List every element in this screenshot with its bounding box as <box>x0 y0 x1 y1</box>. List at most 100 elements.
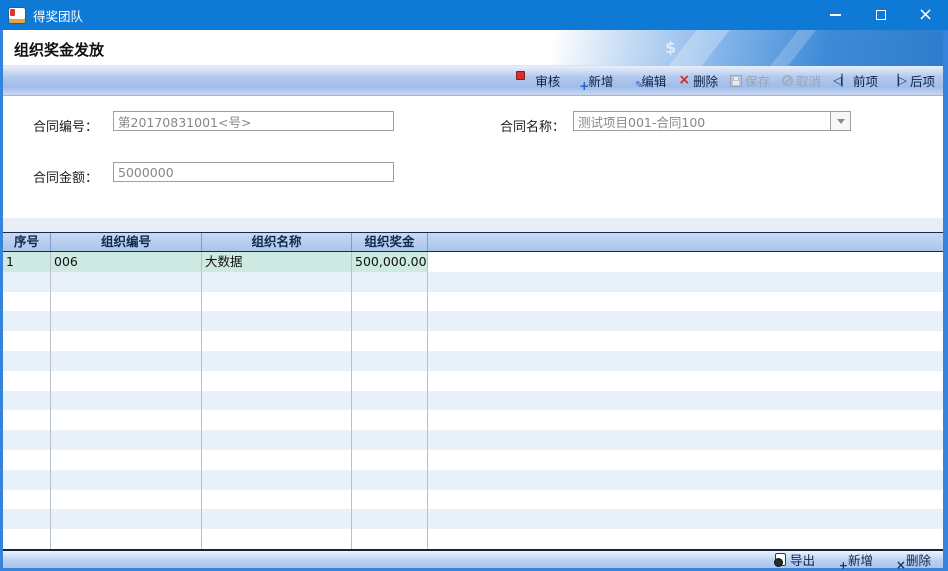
footer-add-button[interactable]: 新增 <box>825 550 879 569</box>
table-row-empty[interactable] <box>3 311 943 331</box>
table-cell <box>3 331 51 351</box>
column-header: 组织名称 <box>202 233 352 251</box>
table-cell <box>51 292 202 312</box>
table-row-empty[interactable] <box>3 430 943 450</box>
table-row-filler <box>428 272 943 292</box>
contract-no-input[interactable] <box>113 111 394 131</box>
footer-add-button-label: 新增 <box>848 550 873 569</box>
contract-name-label: 合同名称： <box>500 116 565 135</box>
footer-delete-button[interactable]: 删除 <box>883 550 937 569</box>
table-cell <box>3 391 51 411</box>
table-cell <box>202 311 352 331</box>
window-title: 得奖团队 <box>33 6 83 25</box>
table-cell <box>3 272 51 292</box>
table-cell <box>202 509 352 529</box>
cancel-button: 取消 <box>776 71 827 90</box>
table-cell <box>51 490 202 510</box>
table-cell <box>202 292 352 312</box>
add-button[interactable]: 新增 <box>566 71 619 90</box>
next-icon: ▕▷ <box>890 74 907 87</box>
table-cell <box>352 490 428 510</box>
window-body: 组织奖金发放 $ 审核新增编辑×删除保存取消◁▏前项▕▷后项 合同编号： 合同名… <box>0 30 948 571</box>
table-cell <box>3 371 51 391</box>
title-bar: 得奖团队 × <box>0 0 948 30</box>
table-cell: 006 <box>51 252 202 272</box>
app-icon <box>9 8 25 23</box>
edit-button[interactable]: 编辑 <box>619 71 672 90</box>
dollar-glyph: $ <box>665 38 676 57</box>
chevron-down-icon[interactable] <box>831 111 851 131</box>
contract-amount-input[interactable] <box>113 162 394 182</box>
save-icon <box>730 75 742 87</box>
minimize-button[interactable] <box>813 0 858 30</box>
table-cell: 大数据 <box>202 252 352 272</box>
audit-button[interactable]: 审核 <box>513 71 566 90</box>
table-row-empty[interactable] <box>3 410 943 430</box>
table-cell <box>51 371 202 391</box>
page-title: 组织奖金发放 <box>14 39 104 60</box>
contract-name-input[interactable] <box>573 111 831 131</box>
delete-icon: × <box>678 74 690 87</box>
export-icon <box>775 553 786 566</box>
table-row-filler <box>428 430 943 450</box>
header-decoration-image: $ <box>553 30 943 66</box>
page-header: 组织奖金发放 $ <box>3 30 943 66</box>
grid-add-icon <box>831 553 844 566</box>
export-button[interactable]: 导出 <box>769 550 821 569</box>
next-button[interactable]: ▕▷后项 <box>884 71 941 90</box>
prev-button[interactable]: ◁▏前项 <box>827 71 884 90</box>
cancel-button-label: 取消 <box>796 71 821 90</box>
table-cell <box>51 470 202 490</box>
table-row-empty[interactable] <box>3 450 943 470</box>
table-row-filler <box>428 470 943 490</box>
contract-amount-label: 合同金额： <box>33 167 98 186</box>
table-cell <box>51 311 202 331</box>
table-row-empty[interactable] <box>3 490 943 510</box>
footer-delete-button-label: 删除 <box>906 550 931 569</box>
table-cell <box>51 351 202 371</box>
table-cell <box>3 410 51 430</box>
table-row-filler <box>428 391 943 411</box>
table-cell <box>51 391 202 411</box>
table-cell <box>202 490 352 510</box>
table-row-filler <box>428 529 943 549</box>
table-cell <box>202 529 352 549</box>
table-row-filler <box>428 351 943 371</box>
table-row-empty[interactable] <box>3 391 943 411</box>
table-cell <box>51 410 202 430</box>
table-row-empty[interactable] <box>3 371 943 391</box>
table-row-empty[interactable] <box>3 529 943 549</box>
next-button-label: 后项 <box>910 71 935 90</box>
top-toolbar: 审核新增编辑×删除保存取消◁▏前项▕▷后项 <box>3 66 943 96</box>
cancel-icon <box>782 75 793 86</box>
prev-icon: ◁▏ <box>833 74 850 87</box>
table-row-empty[interactable] <box>3 272 943 292</box>
column-header: 组织编号 <box>51 233 202 251</box>
table-body: 1006大数据500,000.00 <box>3 252 943 549</box>
table-cell <box>202 410 352 430</box>
table-cell <box>352 529 428 549</box>
delete-button[interactable]: ×删除 <box>672 71 724 90</box>
table-cell <box>352 351 428 371</box>
table-cell <box>51 450 202 470</box>
delete-button-label: 删除 <box>693 71 718 90</box>
table-row-filler <box>428 509 943 529</box>
table-cell <box>202 450 352 470</box>
table-cell <box>352 331 428 351</box>
contract-name-combobox[interactable] <box>573 111 851 131</box>
table-row[interactable]: 1006大数据500,000.00 <box>3 252 943 272</box>
table-cell: 500,000.00 <box>352 252 428 272</box>
table-row-empty[interactable] <box>3 351 943 371</box>
close-button[interactable]: × <box>903 0 948 30</box>
table-row-empty[interactable] <box>3 331 943 351</box>
table-cell <box>352 371 428 391</box>
table-row-empty[interactable] <box>3 509 943 529</box>
grid-del-icon <box>889 553 902 566</box>
table-row-filler <box>428 450 943 470</box>
table-header-row: 序号组织编号组织名称组织奖金 <box>3 232 943 252</box>
add-button-label: 新增 <box>588 71 613 90</box>
maximize-button[interactable] <box>858 0 903 30</box>
export-button-label: 导出 <box>790 550 815 569</box>
table-row-empty[interactable] <box>3 470 943 490</box>
table-row-empty[interactable] <box>3 292 943 312</box>
